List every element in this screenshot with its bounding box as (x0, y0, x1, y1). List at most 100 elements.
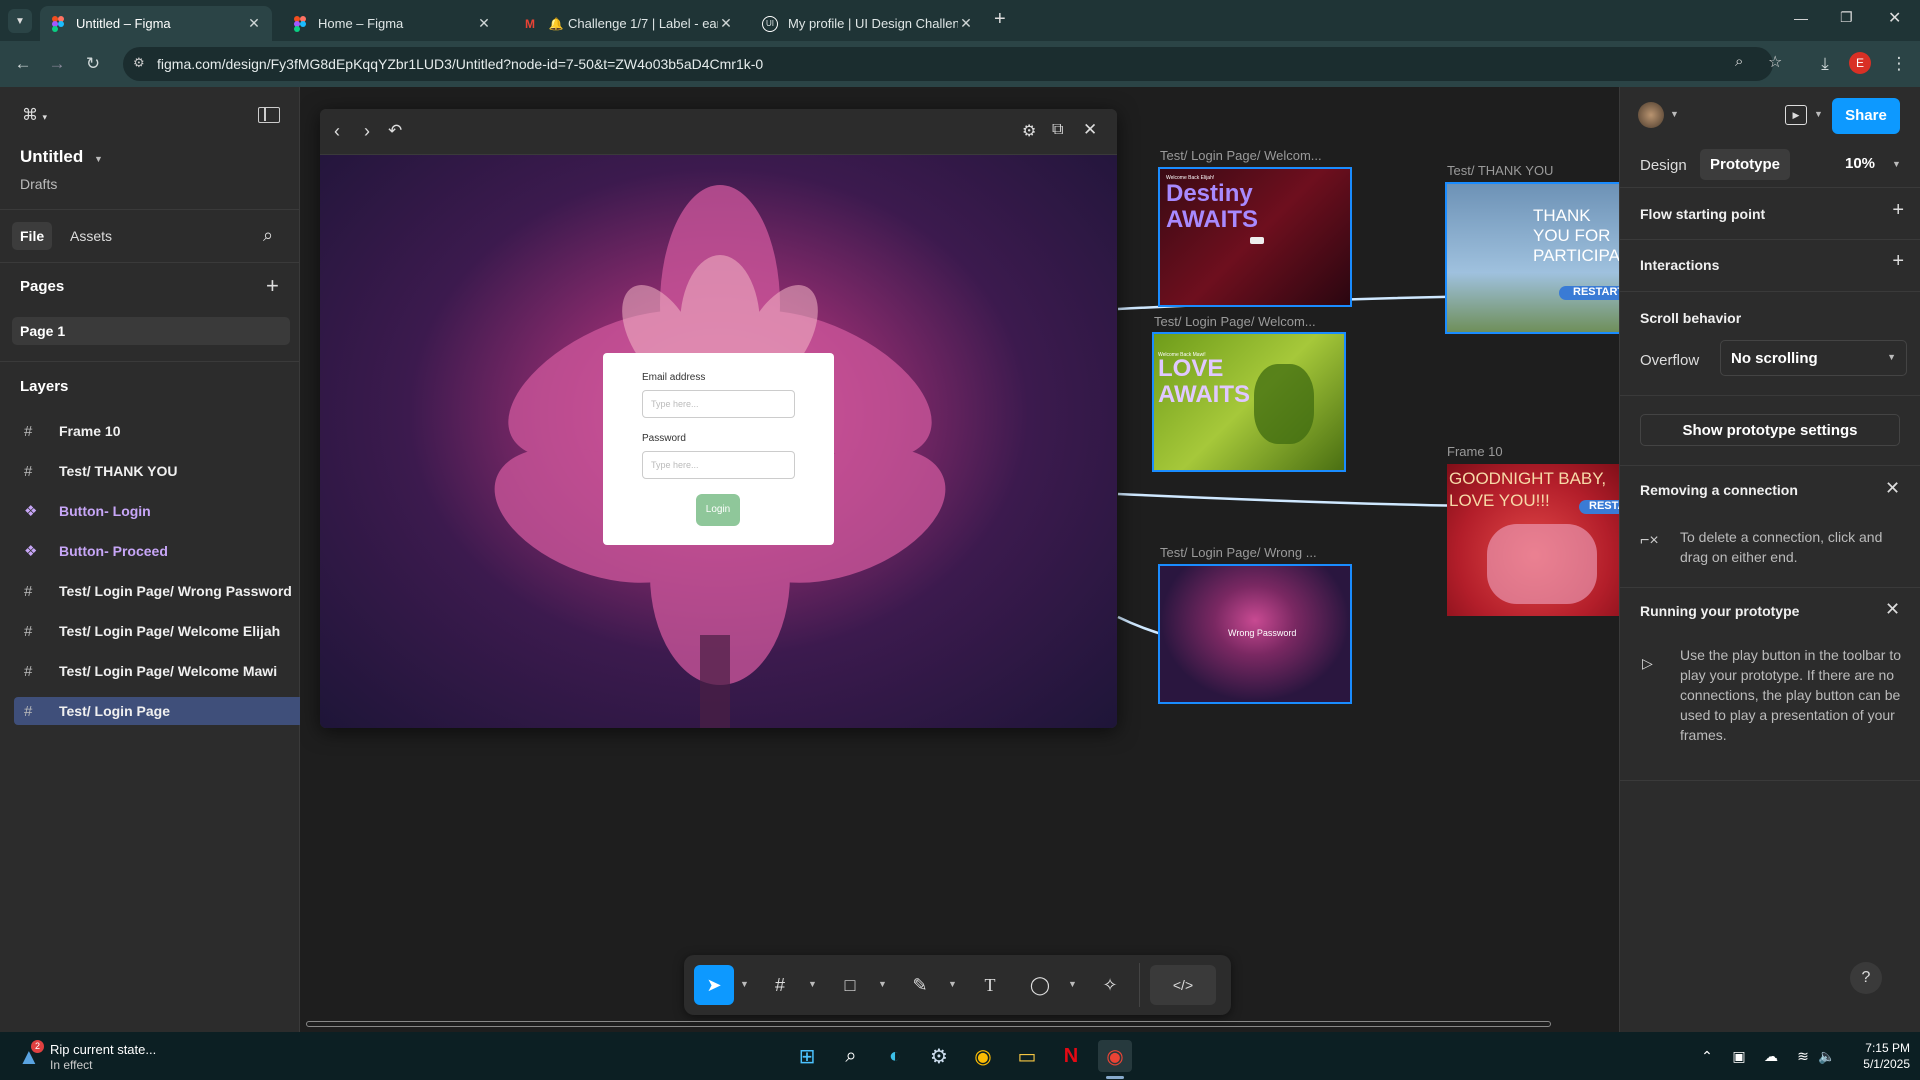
close-icon[interactable]: ✕ (1885, 599, 1900, 620)
frame-label[interactable]: Frame 10 (1447, 444, 1617, 459)
password-field[interactable]: Type here... (642, 451, 795, 479)
layer-thank-you[interactable]: # Test/ THANK YOU (14, 457, 300, 485)
zoom-level[interactable]: 10% (1845, 155, 1875, 172)
close-icon[interactable]: ✕ (1083, 120, 1097, 140)
file-title[interactable]: Untitled ▼ (20, 147, 103, 167)
tray-app-icon[interactable]: ▣ (1722, 1040, 1756, 1072)
login-button[interactable]: Login (696, 494, 740, 526)
new-tab-button[interactable]: + (994, 8, 1006, 31)
frame-label[interactable]: Test/ Login Page/ Welcom... (1154, 314, 1344, 329)
close-icon[interactable]: ✕ (476, 15, 492, 32)
chevron-down-icon[interactable]: ▼ (808, 979, 817, 989)
close-icon[interactable]: ✕ (718, 15, 734, 32)
layer-welcome-mawi[interactable]: # Test/ Login Page/ Welcome Mawi (14, 657, 300, 685)
bookmark-star-icon[interactable]: ☆ (1768, 52, 1782, 72)
layer-button-proceed[interactable]: ❖ Button- Proceed (14, 537, 300, 565)
file-explorer-icon[interactable]: ▭ (1010, 1040, 1044, 1072)
close-icon[interactable]: ✕ (1885, 478, 1900, 499)
tab-search-button[interactable]: ▼ (8, 9, 32, 33)
open-external-icon[interactable]: ⧉ (1052, 121, 1063, 139)
horizontal-scrollbar[interactable] (306, 1021, 1551, 1027)
settings-sliders-icon[interactable]: ⚙ (1022, 121, 1036, 141)
overflow-select[interactable]: No scrolling ▼ (1720, 340, 1907, 376)
chevron-down-icon[interactable]: ▼ (1814, 109, 1823, 119)
chevron-down-icon[interactable]: ▼ (948, 979, 957, 989)
tab-home-figma[interactable]: Home – Figma ✕ (282, 6, 502, 41)
close-window-button[interactable]: ✕ (1888, 8, 1901, 28)
frame-thumb-welcome-elijah[interactable]: Welcome Back Elijah! Destiny AWAITS (1158, 167, 1352, 307)
actions-tool-button[interactable]: ✧ (1090, 965, 1130, 1005)
layer-welcome-elijah[interactable]: # Test/ Login Page/ Welcome Elijah (14, 617, 300, 645)
zoom-icon[interactable]: ⌕ (1735, 53, 1743, 70)
tab-untitled-figma[interactable]: Untitled – Figma ✕ (40, 6, 272, 41)
present-icon[interactable]: ▶ (1785, 105, 1807, 125)
frame-thumb-welcome-mawi[interactable]: Welcome Back Mawi! LOVE AWAITS (1152, 332, 1346, 472)
forward-button[interactable]: → (44, 51, 70, 77)
close-icon[interactable]: ✕ (246, 15, 262, 32)
avatar[interactable] (1638, 102, 1664, 128)
shape-tool-button[interactable]: □ (830, 965, 870, 1005)
frame-label[interactable]: Test/ Login Page/ Welcom... (1160, 148, 1350, 163)
search-icon[interactable]: ⌕ (263, 225, 273, 246)
email-field[interactable]: Type here... (642, 390, 795, 418)
page-item[interactable]: Page 1 (12, 317, 290, 345)
chevron-down-icon[interactable]: ▼ (878, 979, 887, 989)
tab-prototype[interactable]: Prototype (1700, 149, 1791, 180)
frame-label[interactable]: Test/ Login Page/ Wrong ... (1160, 545, 1350, 560)
reload-button[interactable]: ↻ (80, 51, 106, 77)
add-flow-button[interactable]: + (1892, 199, 1904, 222)
tab-assets[interactable]: Assets (62, 222, 120, 250)
more-menu-icon[interactable]: ⋮ (1886, 51, 1912, 77)
tab-challenge[interactable]: M 🔔 Challenge 1/7 | Label - earn ✕ (512, 6, 744, 41)
pen-tool-button[interactable]: ✎ (900, 965, 940, 1005)
layer-wrong-password[interactable]: # Test/ Login Page/ Wrong Password (14, 577, 300, 605)
chevron-down-icon[interactable]: ▼ (1670, 109, 1679, 119)
chevron-up-icon[interactable]: ⌃ (1690, 1040, 1724, 1072)
add-page-button[interactable]: + (266, 273, 279, 299)
add-interaction-button[interactable]: + (1892, 250, 1904, 273)
profile-avatar[interactable]: E (1849, 52, 1871, 74)
frame-tool-button[interactable]: # (760, 965, 800, 1005)
clock[interactable]: 7:15 PM 5/1/2025 (1848, 1040, 1910, 1072)
chrome-icon[interactable]: ◉ (966, 1040, 1000, 1072)
layer-button-login[interactable]: ❖ Button- Login (14, 497, 300, 525)
chevron-down-icon[interactable]: ▼ (1892, 159, 1901, 169)
edge-icon[interactable]: ◐ (878, 1040, 912, 1072)
windows-start-icon[interactable]: ⊞ (790, 1040, 824, 1072)
chevron-right-icon[interactable]: › (364, 121, 370, 142)
frame-thumb-wrong-password[interactable]: Wrong Password (1158, 564, 1352, 704)
layer-frame-10[interactable]: # Frame 10 (14, 417, 300, 445)
restore-button[interactable]: ❐ (1840, 9, 1853, 26)
volume-icon[interactable]: 🔈 (1810, 1040, 1844, 1072)
minimize-button[interactable]: — (1794, 10, 1808, 26)
omnibox[interactable]: ⚙ figma.com/design/Fy3fMG8dEpKqqYZbr1LUD… (123, 47, 1782, 81)
move-tool-button[interactable]: ➤ (694, 965, 734, 1005)
chevron-down-icon[interactable]: ▼ (1068, 979, 1077, 989)
site-info-icon[interactable]: ⚙ (133, 55, 145, 71)
weather-notification[interactable]: ▲ 2 Rip current state... In effect (18, 1040, 178, 1074)
canvas[interactable]: ‹ › ↶ ⚙ ⧉ ✕ Email address Type here... P… (300, 87, 1619, 1032)
onedrive-icon[interactable]: ☁ (1754, 1040, 1788, 1072)
chevron-down-icon[interactable]: ▼ (740, 979, 749, 989)
show-prototype-settings-button[interactable]: Show prototype settings (1640, 414, 1900, 446)
text-tool-button[interactable]: T (970, 965, 1010, 1005)
close-icon[interactable]: ✕ (958, 15, 974, 32)
restart-icon[interactable]: ↶ (388, 121, 402, 141)
download-icon[interactable]: ⤓ (1812, 51, 1838, 77)
frame-thumb-frame-10[interactable]: GOODNIGHT BABY, LOVE YOU!!! RESTART (1447, 464, 1619, 616)
frame-label[interactable]: Test/ THANK YOU (1447, 163, 1617, 178)
comment-tool-button[interactable]: ◯ (1020, 965, 1060, 1005)
frame-thumb-thank-you[interactable]: THANK YOU FOR PARTICIPATING RESTART (1445, 182, 1619, 334)
netflix-icon[interactable]: N (1054, 1040, 1088, 1072)
layer-login-page[interactable]: # Test/ Login Page (14, 697, 300, 725)
tab-file[interactable]: File (12, 222, 53, 250)
tab-design[interactable]: Design (1636, 151, 1691, 180)
search-icon[interactable]: ⌕ (834, 1040, 868, 1072)
share-button[interactable]: Share (1832, 98, 1900, 134)
figma-main-menu-icon[interactable]: ⌘ ▾ (22, 105, 47, 125)
tab-my-profile[interactable]: UI My profile | UI Design Challeng ✕ (752, 6, 984, 41)
help-button[interactable]: ? (1850, 962, 1882, 994)
back-button[interactable]: ← (10, 51, 36, 77)
dev-mode-toggle[interactable]: </> (1150, 965, 1216, 1005)
steam-icon[interactable]: ⚙ (922, 1040, 956, 1072)
